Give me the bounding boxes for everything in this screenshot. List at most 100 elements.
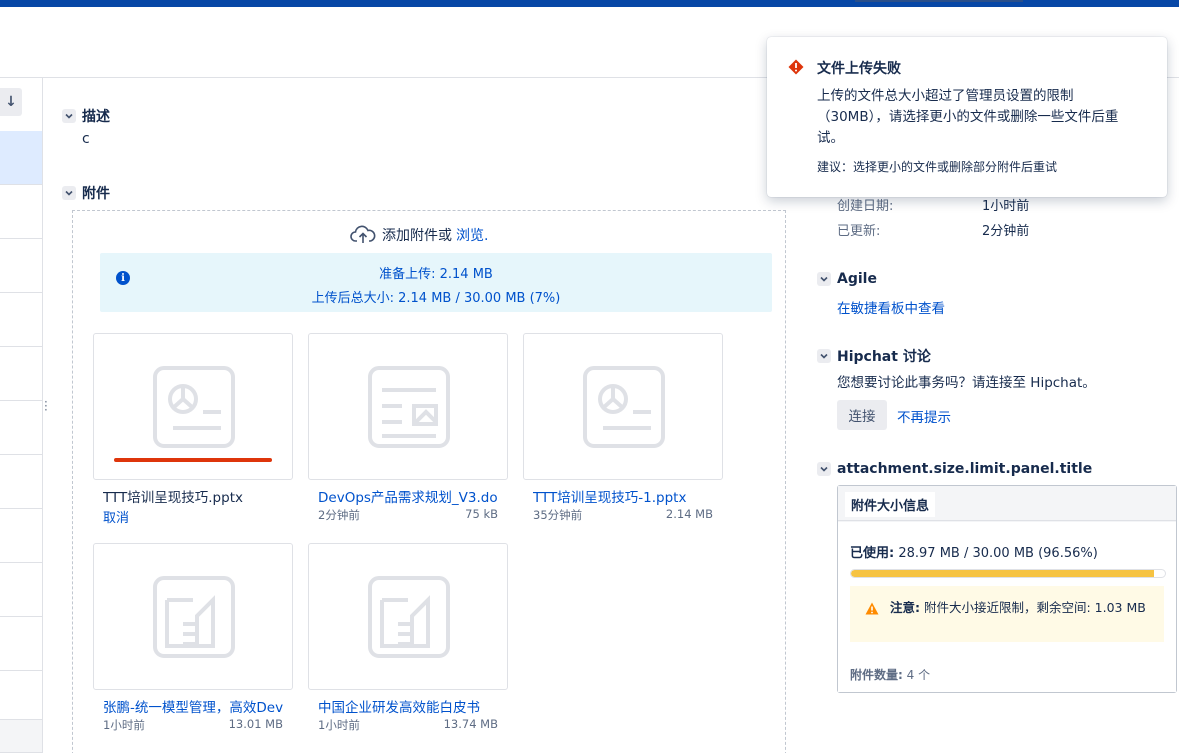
created-label: 创建日期: [837, 199, 894, 214]
attachment-filename[interactable]: 中国企业研发高效能白皮书 [318, 696, 498, 716]
attachment-size: 2.14 MB [665, 507, 713, 521]
chevron-down-icon [817, 272, 831, 286]
attachment-card[interactable] [93, 543, 293, 690]
attachments-title: 附件 [82, 186, 110, 202]
browse-link[interactable]: 浏览. [456, 225, 488, 245]
used-size-line: 已使用: 28.97 MB / 30.00 MB (96.56%) [850, 542, 1098, 561]
issue-list-row[interactable] [0, 239, 42, 293]
updated-value: 2分钟前 [982, 224, 1030, 239]
hipchat-title: Hipchat 讨论 [837, 349, 931, 365]
view-agile-board-link[interactable]: 在敏捷看板中查看 [837, 297, 945, 317]
toast-suggestion: 建议：选择更小的文件或删除部分附件后重试 [817, 160, 1058, 174]
attachment-filename[interactable]: TTT培训呈现技巧-1.pptx [533, 486, 713, 506]
attachment-filename: TTT培训呈现技巧.pptx [103, 490, 243, 506]
warning-icon [865, 602, 879, 615]
attachment-card[interactable] [523, 333, 723, 480]
attachment-meta: 35分钟前 2.14 MB [533, 507, 713, 523]
created-value: 1小时前 [982, 199, 1030, 214]
attachment-time: 1小时前 [318, 718, 360, 732]
arrow-down-icon: ↓ [5, 94, 17, 110]
issue-list-row[interactable] [0, 455, 42, 509]
size-limit-section-toggle[interactable]: attachment.size.limit.panel.title [817, 461, 1092, 477]
upload-error-toast: 文件上传失败 上传的文件总大小超过了管理员设置的限制（30MB），请选择更小的文… [767, 37, 1167, 197]
issue-list-row[interactable] [0, 401, 42, 455]
usage-progress-bar [850, 569, 1166, 578]
issue-list-row[interactable] [0, 293, 42, 347]
issue-list-footer [0, 720, 42, 753]
issue-list-row[interactable] [0, 563, 42, 617]
attachment-card[interactable] [308, 543, 508, 690]
add-attachment-label: 添加附件或 [382, 228, 452, 244]
warning-message: 附件大小接近限制，剩余空间: 1.03 MB [923, 600, 1146, 615]
dismiss-hipchat-link[interactable]: 不再提示 [897, 406, 951, 426]
used-label: 已使用: [850, 546, 895, 561]
agile-section-toggle[interactable]: Agile [817, 271, 877, 287]
pane-resize-handle[interactable]: · · · [44, 396, 48, 416]
error-icon [788, 59, 804, 75]
attachment-time: 1小时前 [103, 718, 145, 732]
attachment-size: 75 kB [465, 507, 498, 521]
hipchat-section-toggle[interactable]: Hipchat 讨论 [817, 346, 931, 366]
attachment-size-panel: 附件大小信息 已使用: 28.97 MB / 30.00 MB (96.56%)… [837, 485, 1177, 693]
attachment-count: 附件数量: 4 个 [850, 666, 930, 683]
description-title: 描述 [82, 109, 110, 125]
usage-progress-fill [851, 570, 1155, 577]
cloud-upload-icon [350, 225, 376, 243]
presentation-file-icon [153, 366, 235, 448]
attachment-card[interactable] [308, 333, 508, 480]
used-value: 28.97 MB / 30.00 MB (96.56%) [898, 546, 1098, 561]
agile-title: Agile [837, 271, 877, 287]
issue-list-row[interactable] [0, 347, 42, 401]
pdf-file-icon [368, 576, 450, 658]
warning-label: 注意: [890, 600, 920, 615]
chevron-down-icon [62, 109, 76, 123]
presentation-file-icon [583, 366, 665, 448]
upload-total-size: 上传后总大小: 2.14 MB / 30.00 MB (7%) [311, 291, 561, 306]
issue-list-row[interactable] [0, 617, 42, 671]
toast-body: 上传的文件总大小超过了管理员设置的限制（30MB），请选择更小的文件或删除一些文… [817, 88, 1119, 146]
upload-ready-size: 准备上传: 2.14 MB [379, 267, 493, 282]
warning-text: 注意: 附件大小接近限制，剩余空间: 1.03 MB [890, 598, 1160, 618]
attachment-filename[interactable]: 张鹏-统一模型管理，高效DevOps [103, 696, 283, 716]
issue-list-row[interactable] [0, 671, 42, 720]
hipchat-text: 您想要讨论此事务吗？请连接至 Hipchat。 [837, 375, 1096, 391]
top-navigation-bar [0, 0, 1179, 7]
attachment-meta: 1小时前 13.01 MB [103, 717, 283, 733]
issue-list-row[interactable] [0, 185, 42, 239]
attachment-card[interactable] [93, 333, 293, 480]
cancel-upload-link[interactable]: 取消 [103, 507, 129, 526]
attachment-meta: 1小时前 13.74 MB [318, 717, 498, 733]
upload-info-banner: i 准备上传: 2.14 MB 上传后总大小: 2.14 MB / 30.00 … [100, 253, 772, 312]
chevron-down-icon [62, 186, 76, 200]
attachment-size: 13.01 MB [228, 717, 283, 731]
count-value: 4 个 [906, 668, 931, 682]
issue-list-pane: ↓ [0, 78, 43, 753]
description-section-toggle[interactable]: 描述 [62, 106, 110, 126]
attachments-section-toggle[interactable]: 附件 [62, 183, 110, 203]
attachment-time: 35分钟前 [533, 508, 583, 522]
add-attachment-prompt: 添加附件或 浏览. [350, 225, 488, 245]
connect-hipchat-button[interactable]: 连接 [837, 400, 887, 430]
attachment-size: 13.74 MB [443, 717, 498, 731]
top-search-field[interactable] [855, 0, 1023, 2]
attachment-time: 2分钟前 [318, 508, 360, 522]
attachment-filename[interactable]: DevOps产品需求规划_V3.docx [318, 486, 498, 506]
size-panel-header: 附件大小信息 [838, 486, 1176, 521]
attachment-meta: 2分钟前 75 kB [318, 507, 498, 523]
chevron-down-icon [817, 462, 831, 476]
size-limit-section-title: attachment.size.limit.panel.title [837, 461, 1093, 477]
document-file-icon [368, 366, 450, 448]
issue-list-row[interactable] [0, 509, 42, 563]
sort-button[interactable]: ↓ [0, 88, 22, 116]
updated-label: 已更新: [837, 224, 881, 239]
description-text[interactable]: c [82, 131, 90, 147]
size-info-tab[interactable]: 附件大小信息 [845, 492, 936, 517]
toast-title: 文件上传失败 [817, 61, 901, 77]
size-panel-body: 已使用: 28.97 MB / 30.00 MB (96.56%) 注意: 附件… [838, 522, 1176, 692]
size-warning-box: 注意: 附件大小接近限制，剩余空间: 1.03 MB [850, 586, 1164, 642]
pdf-file-icon [153, 576, 235, 658]
count-label: 附件数量: [850, 668, 903, 682]
issue-list-row[interactable] [0, 131, 42, 185]
upload-error-progress [114, 458, 272, 462]
chevron-down-icon [817, 349, 831, 363]
